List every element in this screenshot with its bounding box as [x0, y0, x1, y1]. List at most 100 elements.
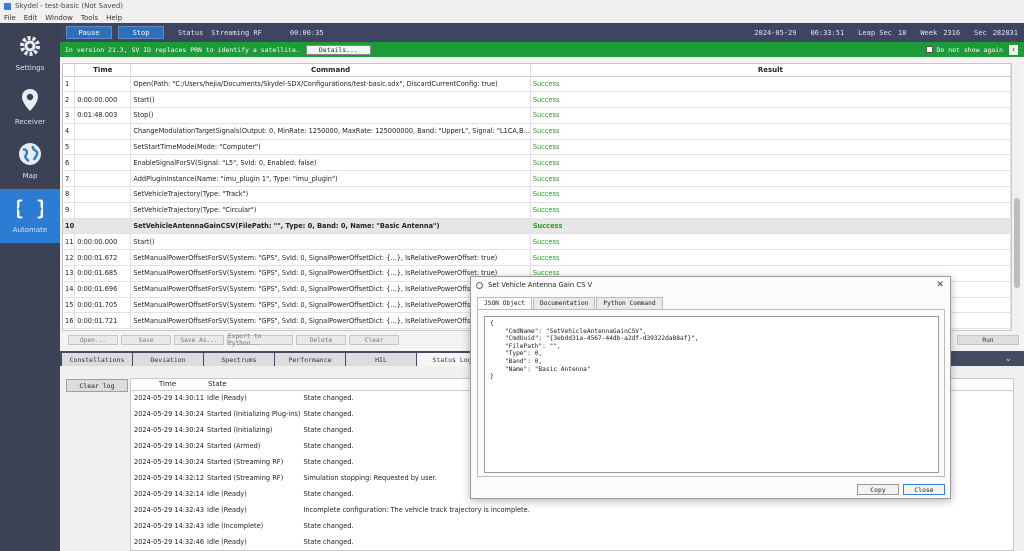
sidebar-item-automate[interactable]: { } Automate — [0, 189, 60, 243]
pause-button[interactable]: Pause — [66, 26, 112, 39]
menu-window[interactable]: Window — [45, 14, 73, 22]
row-time: 0:00:01.685 — [74, 265, 132, 282]
command-table-scrollbar[interactable] — [1013, 63, 1021, 331]
list-item[interactable]: 2024-05-29 14:32:43 Idle (Incomplete) Stat… — [131, 518, 1013, 534]
table-row[interactable]: 3 0:01:48.003 Stop() Success — [63, 107, 1011, 124]
tab-hil[interactable]: HIL — [346, 353, 416, 366]
table-row[interactable]: 8 SetVehicleTrajectory(Type: "Track") Succ… — [63, 186, 1011, 203]
sidebar-item-receiver[interactable]: Receiver — [0, 81, 60, 133]
status-label: Status — [178, 28, 204, 37]
log-time-header[interactable]: Time — [131, 379, 205, 391]
simulation-toolbar: Pause Stop Status Streaming RF 00:00:35 … — [60, 23, 1024, 42]
row-number: 2 — [63, 91, 76, 109]
dont-show-checkbox[interactable] — [926, 46, 934, 53]
sidebar-item-label: Settings — [15, 64, 45, 72]
status-value: Streaming RF — [211, 28, 262, 37]
export-python-button[interactable]: Export to Python... — [227, 333, 293, 347]
tab-spectrums[interactable]: Spectrums — [204, 353, 274, 366]
row-result: Success — [530, 123, 1011, 140]
copy-button[interactable]: Copy — [857, 484, 899, 495]
sim-time: 06:33:51 — [810, 28, 845, 37]
row-result: Success — [530, 202, 1011, 219]
log-message: Incomplete configuration: The vehicle tr… — [303, 506, 530, 514]
table-row[interactable]: 4 ChangeModulationTargetSignals(Output: 0… — [63, 123, 1011, 140]
log-state: Idle (Ready) — [207, 490, 247, 498]
banner-menu-icon[interactable]: ⇕ — [1009, 44, 1018, 55]
row-time — [74, 218, 132, 235]
svg-text:{ }: { } — [17, 196, 43, 220]
json-text[interactable]: { "CmdName": "SetVehicleAntennaGainCSV",… — [484, 316, 939, 473]
clear-log-button[interactable]: Clear log — [66, 379, 128, 392]
table-row[interactable]: 5 SetStartTimeMode(Mode: "Computer") Succe… — [63, 139, 1011, 156]
window-title: Skydel - test-basic (Not Saved) — [15, 2, 124, 10]
location-pin-icon — [22, 89, 38, 111]
row-number: 11 — [63, 233, 76, 251]
log-message: State changed. — [303, 522, 354, 530]
tab-python-command[interactable]: Python Command — [596, 297, 663, 309]
dialog-titlebar: Set Vehicle Antenna Gain CS V ✕ — [471, 277, 950, 293]
menu-file[interactable]: File — [4, 14, 16, 22]
list-item[interactable]: 2024-05-29 14:32:43 Idle (Ready) Incomplet… — [131, 502, 1013, 518]
row-result: Success — [530, 186, 1011, 203]
dont-show-again[interactable]: Do not show again — [926, 46, 1003, 54]
menu-edit[interactable]: Edit — [24, 14, 38, 22]
sidebar-item-settings[interactable]: Settings — [0, 27, 60, 79]
dialog-panel: { "CmdName": "SetVehicleAntennaGainCSV",… — [477, 309, 945, 477]
table-row[interactable]: 7 AddPluginInstance(Name: "imu_plugin 1",… — [63, 170, 1011, 188]
table-row[interactable]: 6 EnableSignalForSV(Signal: "L5", SvId: 0… — [63, 154, 1011, 172]
log-time: 2024-05-29 14:32:43 — [134, 506, 205, 514]
table-row[interactable]: 2 0:00:00.000 Start() Success — [63, 91, 1011, 109]
tab-deviation[interactable]: Deviation — [133, 353, 203, 366]
sidebar-item-label: Automate — [12, 226, 48, 234]
close-button[interactable]: Close — [903, 484, 945, 495]
row-command: Stop() — [130, 107, 531, 124]
tab-performance[interactable]: Performance — [275, 353, 345, 366]
row-command: SetVehicleTrajectory(Type: "Track") — [130, 186, 531, 203]
dialog-tabs: JSON Object Documentation Python Command — [477, 297, 664, 309]
row-result: Success — [530, 76, 1011, 93]
collapse-chevron-icon[interactable]: ⌄ — [1004, 354, 1012, 364]
tab-documentation[interactable]: Documentation — [532, 297, 596, 309]
table-row[interactable]: 11 0:00:00.000 Start() Success — [63, 233, 1011, 251]
menu-help[interactable]: Help — [106, 14, 122, 22]
row-time — [74, 186, 132, 203]
dialog-app-icon — [476, 281, 483, 289]
save-as-button[interactable]: Save As... — [174, 335, 224, 345]
log-state-header[interactable]: State — [204, 379, 301, 391]
table-row[interactable]: 9 SetVehicleTrajectory(Type: "Circular") S… — [63, 202, 1011, 219]
row-time — [74, 202, 132, 219]
table-row[interactable]: 12 0:00:01.672 SetManualPowerOffsetForSV(S… — [63, 249, 1011, 267]
run-button[interactable]: Run — [957, 335, 1019, 345]
list-item[interactable]: 2024-05-29 14:32:46 Idle (Ready) State cha… — [131, 534, 1013, 550]
row-result: Success — [530, 170, 1011, 188]
row-time: 0:00:00.000 — [74, 233, 132, 251]
sidebar-item-map[interactable]: Map — [0, 135, 60, 187]
row-time: 0:00:01.705 — [74, 297, 132, 314]
menu-tools[interactable]: Tools — [81, 14, 98, 22]
details-button[interactable]: Details... — [305, 44, 371, 55]
result-column-header[interactable]: Result — [530, 64, 1011, 77]
time-column-header[interactable]: Time — [74, 64, 132, 77]
scrollbar-thumb[interactable] — [1014, 198, 1020, 288]
banner-message: In version 21.3, SV ID replaces PRN to i… — [65, 45, 300, 54]
tab-constellations[interactable]: Constellations — [62, 353, 132, 366]
log-time: 2024-05-29 14:30:24 — [134, 410, 205, 418]
row-number: 9 — [63, 202, 76, 219]
open-button[interactable]: Open... — [68, 335, 118, 345]
stop-button[interactable]: Stop — [118, 26, 164, 39]
row-time: 0:01:48.003 — [74, 107, 132, 124]
save-button[interactable]: Save — [121, 335, 171, 345]
close-icon[interactable]: ✕ — [936, 280, 944, 290]
command-column-header[interactable]: Command — [130, 64, 531, 77]
tab-json-object[interactable]: JSON Object — [477, 297, 532, 309]
app-icon — [4, 2, 11, 10]
row-time: 0:00:01.672 — [74, 249, 132, 267]
dont-show-label: Do not show again — [936, 45, 1003, 54]
clear-button[interactable]: Clear — [349, 335, 399, 345]
table-row[interactable]: 1 Open(Path: "C:/Users/hejia/Documents/Sk… — [63, 76, 1011, 93]
sim-date: 2024-05-29 — [754, 28, 797, 37]
delete-button[interactable]: Delete — [296, 335, 346, 345]
table-row[interactable]: 10 SetVehicleAntennaGainCSV(FilePath: "",… — [63, 218, 1011, 235]
row-time: 0:00:00.000 — [74, 91, 132, 109]
row-number: 16 — [63, 312, 76, 330]
